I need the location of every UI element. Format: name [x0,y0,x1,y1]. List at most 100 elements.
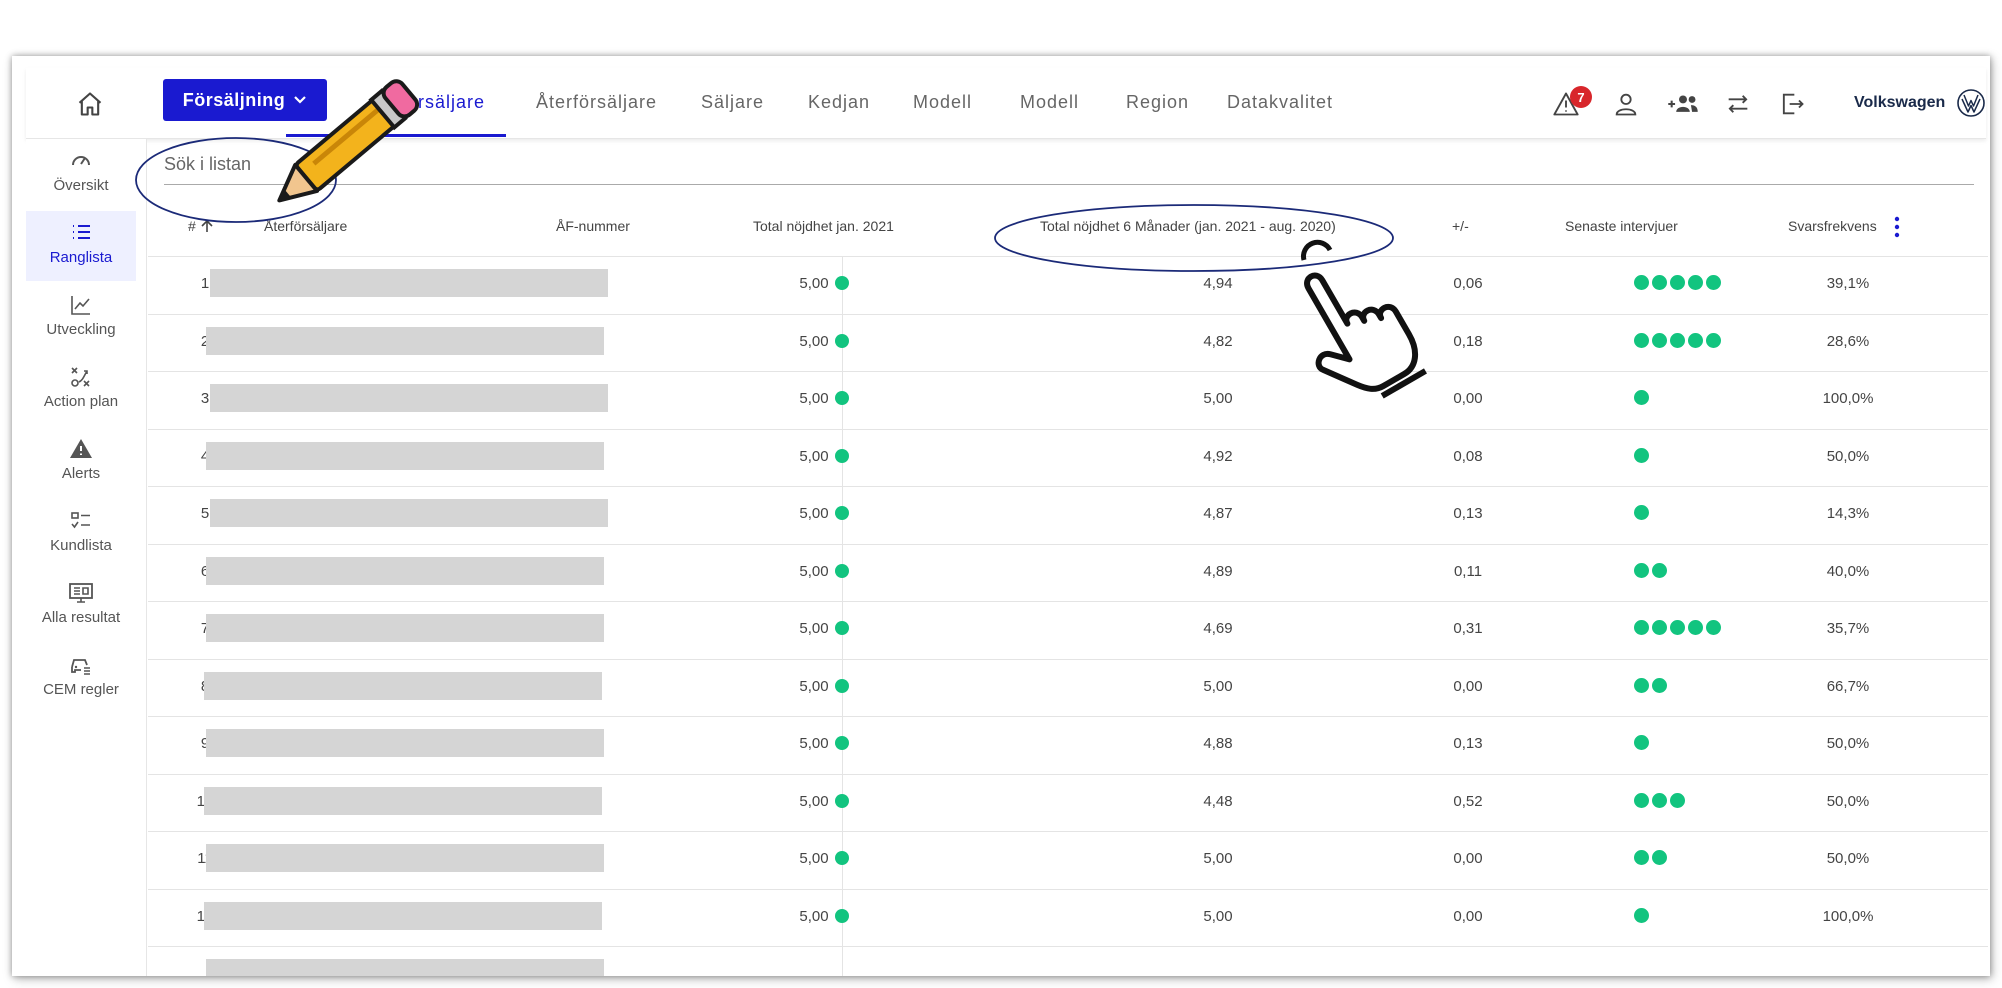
table-body: 1 5,00 4,94 0,06 39,1% 2 5,00 4,82 0,18 28,6% 3 5,0… [148,256,1988,976]
sidebar-item-label: Kundlista [50,537,112,554]
table-row[interactable]: 125,005,000,00100,0% [148,888,1988,947]
table-row[interactable]: 9 5,00 4,88 0,13 50,0% [148,716,1988,774]
sidebar-item-action-plan[interactable]: Action plan [26,355,136,425]
sidebar-item-alerts[interactable]: Alerts [26,427,136,497]
total-score-value: 5,00 [799,735,829,752]
table-row[interactable]: 3 5,00 5,00 0,00 100,0% [148,371,1988,429]
table-row[interactable]: 1 5,00 4,94 0,06 39,1% [148,256,1988,314]
six-month-score-cell: 4,89 [1203,562,1233,580]
col-total-header[interactable]: Total nöjdhet jan. 2021 [753,218,894,234]
redacted-dealer-cell [206,441,604,470]
user-icon[interactable] [1612,90,1640,118]
total-score-value: 5,00 [799,850,829,867]
tab-dealers[interactable]: Återförsäljare [536,92,657,113]
table-row-partial [148,946,1988,976]
table-row[interactable]: 7 5,00 4,69 0,31 35,7% [148,601,1988,659]
checklist-icon [71,512,90,529]
table-row[interactable]: 11 5,00 5,00 0,00 50,0% [148,831,1988,889]
col-interviews-header[interactable]: Senaste intervjuer [1565,218,1678,234]
table-row[interactable]: 2 5,00 4,82 0,18 28,6% [148,313,1988,372]
tab-dealers-active[interactable]: rsäljare [418,92,485,113]
diff-cell: 0,31 [1453,620,1483,637]
col-response-rate-header[interactable]: Svarsfrekvens [1788,218,1877,234]
col-dealer-header[interactable]: Återförsäljare [264,218,347,234]
sidebar-item-ranking[interactable]: Ranglista [26,211,136,281]
interview-dot-icon [1634,792,1649,808]
interview-dot-icon [1634,850,1649,865]
sidebar-item-label: CEM regler [43,681,119,698]
response-rate-cell: 50,0% [1826,447,1870,465]
vw-logo-icon [1957,89,1985,117]
table-row[interactable]: 4 5,00 4,92 0,08 50,0% [148,428,1988,487]
swap-icon[interactable] [1724,90,1752,118]
interviews-cell [1634,390,1774,409]
total-score-cell: 5,00 [754,793,894,810]
logout-icon[interactable] [1778,90,1806,118]
section-dropdown-button[interactable]: Försäljning [163,79,327,121]
interviews-cell [1634,677,1774,697]
interview-dot-icon [1652,620,1667,635]
interviews-cell [1634,907,1774,927]
column-menu-kebab-icon[interactable] [1894,216,1900,238]
table-row[interactable]: 5 5,00 4,87 0,13 14,3% [148,486,1988,544]
total-score-cell: 5,00 [754,678,894,695]
home-icon[interactable] [76,90,104,118]
sidebar-item-customer-list[interactable]: Kundlista [26,499,136,569]
col-diff-header[interactable]: +/- [1452,218,1469,234]
interview-dot-icon [1652,850,1667,865]
interview-dot-icon [1652,275,1667,290]
col-rank-label: # [188,218,196,234]
table-row[interactable]: 105,004,480,5250,0% [148,773,1988,832]
diff-cell: 0,52 [1453,792,1483,810]
sidebar-item-cem-rules[interactable]: CEM regler [26,643,136,713]
redacted-dealer-cell [204,671,602,700]
sidebar-item-label: Utveckling [46,321,116,338]
response-rate-cell: 50,0% [1826,850,1870,867]
col-dealer-number-header[interactable]: ÅF-nummer [556,218,630,234]
redacted-dealer-cell [206,844,604,872]
sidebar-item-overview[interactable]: Översikt [26,139,136,209]
interview-dot-icon [1634,677,1649,693]
sidebar-item-all-results[interactable]: Alla resultat [26,571,136,641]
redacted-dealer-cell [206,556,604,585]
interview-dot-icon [1670,275,1685,290]
col-rank-header[interactable]: # [188,218,214,234]
status-dot-icon [834,448,849,463]
response-rate-cell: 35,7% [1826,620,1870,637]
ranked-list-icon [73,225,90,239]
monitor-icon [69,583,93,603]
total-score-cell: 5,00 [754,620,894,637]
six-month-score-cell: 4,94 [1203,275,1233,292]
ranking-table: # Återförsäljare ÅF-nummer Total nöjdhet… [148,196,1988,976]
diff-cell: 0,00 [1453,390,1483,407]
response-rate-cell: 28,6% [1826,332,1870,350]
tab-data-quality[interactable]: Datakvalitet [1227,92,1333,113]
response-rate-cell: 50,0% [1826,735,1870,752]
tab-sellers[interactable]: Säljare [701,92,764,113]
table-row[interactable]: 85,005,000,0066,7% [148,658,1988,717]
diff-cell: 0,06 [1453,275,1483,292]
tab-model-2[interactable]: Modell [1020,92,1079,113]
interview-dot-icon [1652,677,1667,693]
search-input[interactable] [164,148,1964,180]
sidebar-item-development[interactable]: Utveckling [26,283,136,353]
tab-chain[interactable]: Kedjan [808,92,870,113]
interview-dot-icon [1634,562,1649,578]
total-score-value: 5,00 [799,907,829,925]
tab-region[interactable]: Region [1126,92,1189,113]
total-score-cell: 5,00 [754,735,894,752]
add-user-icon[interactable] [1666,90,1700,118]
response-rate-cell: 50,0% [1826,792,1870,810]
status-dot-icon [834,276,849,290]
six-month-score-cell: 4,48 [1203,792,1233,810]
interview-dot-icon [1634,735,1649,750]
interview-dot-icon [1634,447,1649,463]
table-row[interactable]: 6 5,00 4,89 0,11 40,0% [148,543,1988,602]
top-bar: Försäljning rsäljare Återförsäljare Sälj… [26,68,1986,139]
tab-model-1[interactable]: Modell [913,92,972,113]
speedometer-icon [72,156,90,166]
brand-name: Volkswagen [1854,94,1946,111]
action-plan-icon [71,367,90,387]
col-six-months-header[interactable]: Total nöjdhet 6 Månader (jan. 2021 - aug… [1040,218,1336,234]
interview-dot-icon [1634,332,1649,348]
